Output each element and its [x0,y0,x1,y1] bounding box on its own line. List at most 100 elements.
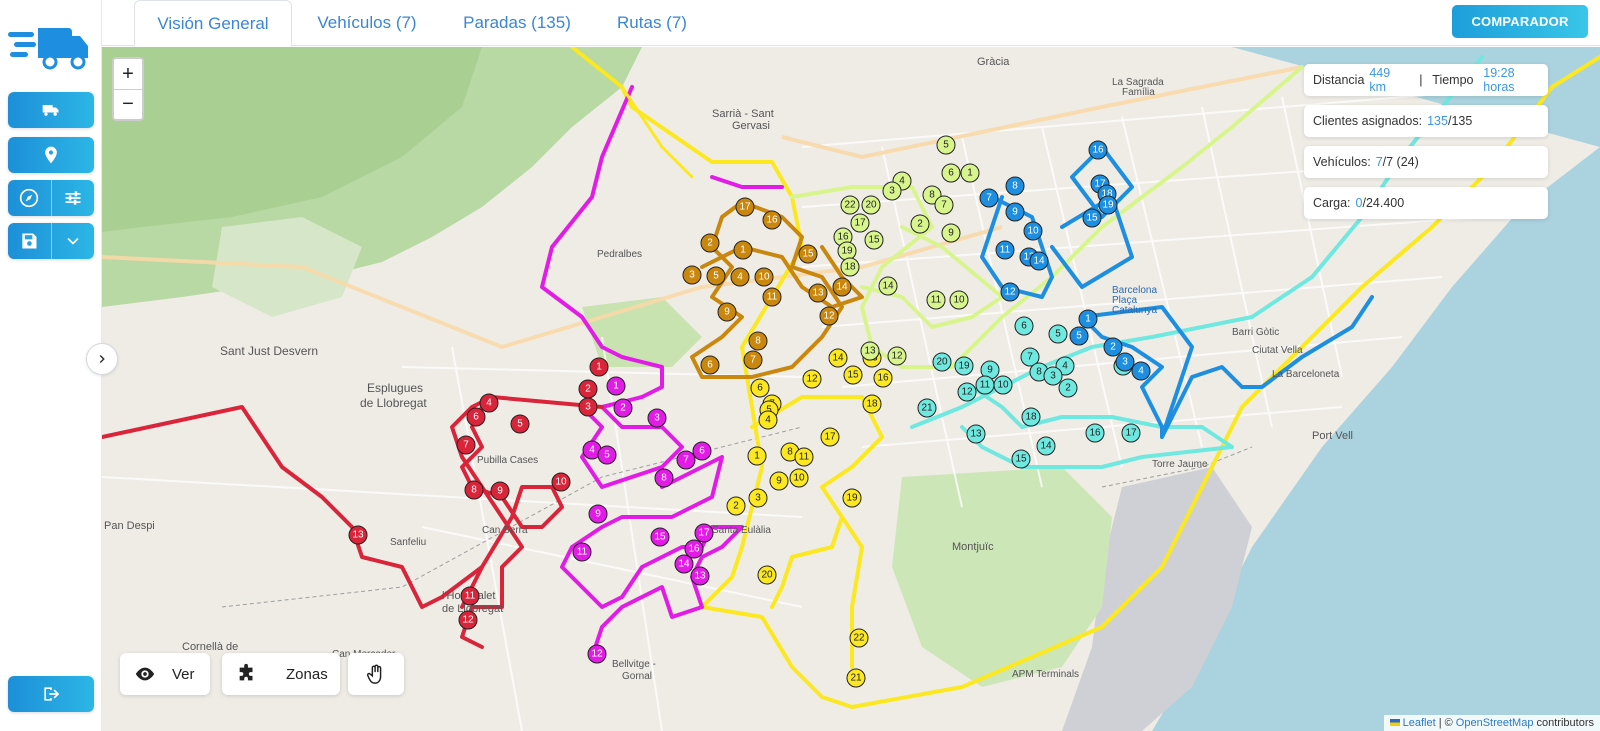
stop-marker-cyan-16[interactable]: 16 [1085,423,1105,443]
stop-marker-yellow-3[interactable]: 3 [748,488,768,508]
stop-marker-red-9[interactable]: 9 [490,481,510,501]
stop-marker-red-12[interactable]: 12 [458,610,478,630]
stop-marker-magenta-1[interactable]: 1 [606,376,626,396]
stop-marker-magenta-7[interactable]: 7 [676,450,696,470]
stop-marker-lime-15[interactable]: 15 [864,230,884,250]
stop-marker-blue-5[interactable]: 5 [1069,326,1089,346]
stop-marker-lime-22[interactable]: 22 [840,195,860,215]
routes-nav-button[interactable] [8,180,51,216]
stop-marker-blue-11[interactable]: 11 [995,240,1015,260]
stop-marker-lime-19[interactable]: 19 [837,241,857,261]
stop-marker-cyan-20[interactable]: 20 [932,352,952,372]
leaflet-link[interactable]: Leaflet [1403,717,1436,729]
stop-marker-brown-14[interactable]: 14 [832,277,852,297]
comparator-button[interactable]: COMPARADOR [1452,5,1588,38]
stop-marker-blue-15[interactable]: 15 [1082,208,1102,228]
settings-button[interactable] [50,180,95,216]
stop-marker-red-13[interactable]: 13 [348,525,368,545]
stop-marker-magenta-15[interactable]: 15 [650,527,670,547]
stop-marker-yellow-18[interactable]: 18 [862,394,882,414]
stop-marker-lime-2[interactable]: 2 [910,214,930,234]
stop-marker-lime-18[interactable]: 18 [840,257,860,277]
stop-marker-yellow-9[interactable]: 9 [769,471,789,491]
osm-link[interactable]: OpenStreetMap [1456,717,1534,729]
stop-marker-yellow-10[interactable]: 10 [789,468,809,488]
view-toggle-button[interactable]: Ver [120,653,210,695]
stop-marker-magenta-9[interactable]: 9 [588,504,608,524]
stop-marker-red-7[interactable]: 7 [456,435,476,455]
stop-marker-yellow-6[interactable]: 6 [750,378,770,398]
tab-vehicles[interactable]: Vehículos (7) [302,0,432,46]
stop-marker-brown-9[interactable]: 9 [717,302,737,322]
stops-nav-button[interactable] [8,137,94,173]
stop-marker-magenta-3[interactable]: 3 [647,408,667,428]
tab-overview[interactable]: Visión General [134,0,292,47]
tab-stops[interactable]: Paradas (135) [452,0,582,46]
stop-marker-red-11[interactable]: 11 [460,586,480,606]
stop-marker-brown-10[interactable]: 10 [754,267,774,287]
stop-marker-lime-13[interactable]: 13 [860,341,880,361]
stop-marker-lime-5[interactable]: 5 [936,135,956,155]
stop-marker-magenta-14[interactable]: 14 [674,554,694,574]
stop-marker-cyan-6[interactable]: 6 [1014,316,1034,336]
stop-marker-lime-12[interactable]: 12 [887,346,907,366]
stop-marker-red-8[interactable]: 8 [464,480,484,500]
stop-marker-magenta-11[interactable]: 11 [572,542,592,562]
stop-marker-yellow-12[interactable]: 12 [802,369,822,389]
stop-marker-red-1[interactable]: 1 [589,357,609,377]
stop-marker-lime-6[interactable]: 6 [941,163,961,183]
stop-marker-cyan-3[interactable]: 3 [1043,366,1063,386]
zoom-out-button[interactable]: − [114,89,142,119]
stop-marker-red-2[interactable]: 2 [578,379,598,399]
stop-marker-yellow-11[interactable]: 11 [794,447,814,467]
stop-marker-yellow-19[interactable]: 19 [842,488,862,508]
stop-marker-magenta-6[interactable]: 6 [692,441,712,461]
stop-marker-lime-7[interactable]: 7 [934,195,954,215]
stop-marker-yellow-22[interactable]: 22 [849,628,869,648]
stop-marker-yellow-17[interactable]: 17 [820,427,840,447]
stop-marker-brown-17[interactable]: 17 [735,197,755,217]
stop-marker-cyan-21[interactable]: 21 [917,398,937,418]
stop-marker-brown-3[interactable]: 3 [682,265,702,285]
stop-marker-brown-8[interactable]: 8 [748,331,768,351]
stop-marker-brown-5[interactable]: 5 [706,266,726,286]
stop-marker-cyan-17[interactable]: 17 [1121,423,1141,443]
stop-marker-lime-3[interactable]: 3 [882,181,902,201]
stop-marker-yellow-1[interactable]: 1 [747,446,767,466]
stop-marker-red-4[interactable]: 4 [479,393,499,413]
stop-marker-blue-12[interactable]: 12 [1000,282,1020,302]
route-map[interactable]: Sant Just Desvern Esplugues de Llobregat… [102,47,1600,731]
stop-marker-brown-15[interactable]: 15 [798,244,818,264]
stop-marker-lime-1[interactable]: 1 [960,163,980,183]
expand-sidebar-button[interactable] [86,343,118,375]
stop-marker-yellow-20[interactable]: 20 [757,565,777,585]
stop-marker-red-3[interactable]: 3 [578,397,598,417]
stop-marker-blue-19[interactable]: 19 [1098,195,1118,215]
pan-tool-button[interactable] [348,653,404,695]
stop-marker-magenta-8[interactable]: 8 [654,468,674,488]
stop-marker-yellow-21[interactable]: 21 [846,668,866,688]
stop-marker-cyan-18[interactable]: 18 [1021,407,1041,427]
stop-marker-cyan-5[interactable]: 5 [1048,324,1068,344]
stop-marker-magenta-17[interactable]: 17 [694,523,714,543]
stop-marker-brown-12[interactable]: 12 [819,306,839,326]
stop-marker-blue-10[interactable]: 10 [1023,221,1043,241]
stop-marker-cyan-11[interactable]: 11 [975,375,995,395]
stop-marker-blue-2[interactable]: 2 [1103,337,1123,357]
stop-marker-cyan-19[interactable]: 19 [954,356,974,376]
stop-marker-lime-11[interactable]: 11 [926,290,946,310]
stop-marker-lime-9[interactable]: 9 [941,223,961,243]
stop-marker-blue-7[interactable]: 7 [979,188,999,208]
save-options-dropdown[interactable] [50,223,95,259]
stop-marker-lime-20[interactable]: 20 [861,195,881,215]
stop-marker-blue-8[interactable]: 8 [1005,176,1025,196]
stop-marker-cyan-10[interactable]: 10 [993,375,1013,395]
stop-marker-brown-11[interactable]: 11 [762,287,782,307]
stop-marker-red-5[interactable]: 5 [510,414,530,434]
stop-marker-brown-4[interactable]: 4 [730,267,750,287]
stop-marker-cyan-2[interactable]: 2 [1058,378,1078,398]
stop-marker-cyan-14[interactable]: 14 [1036,436,1056,456]
stop-marker-yellow-16[interactable]: 16 [873,368,893,388]
stop-marker-yellow-4[interactable]: 4 [758,410,778,430]
logout-button[interactable] [8,676,94,712]
